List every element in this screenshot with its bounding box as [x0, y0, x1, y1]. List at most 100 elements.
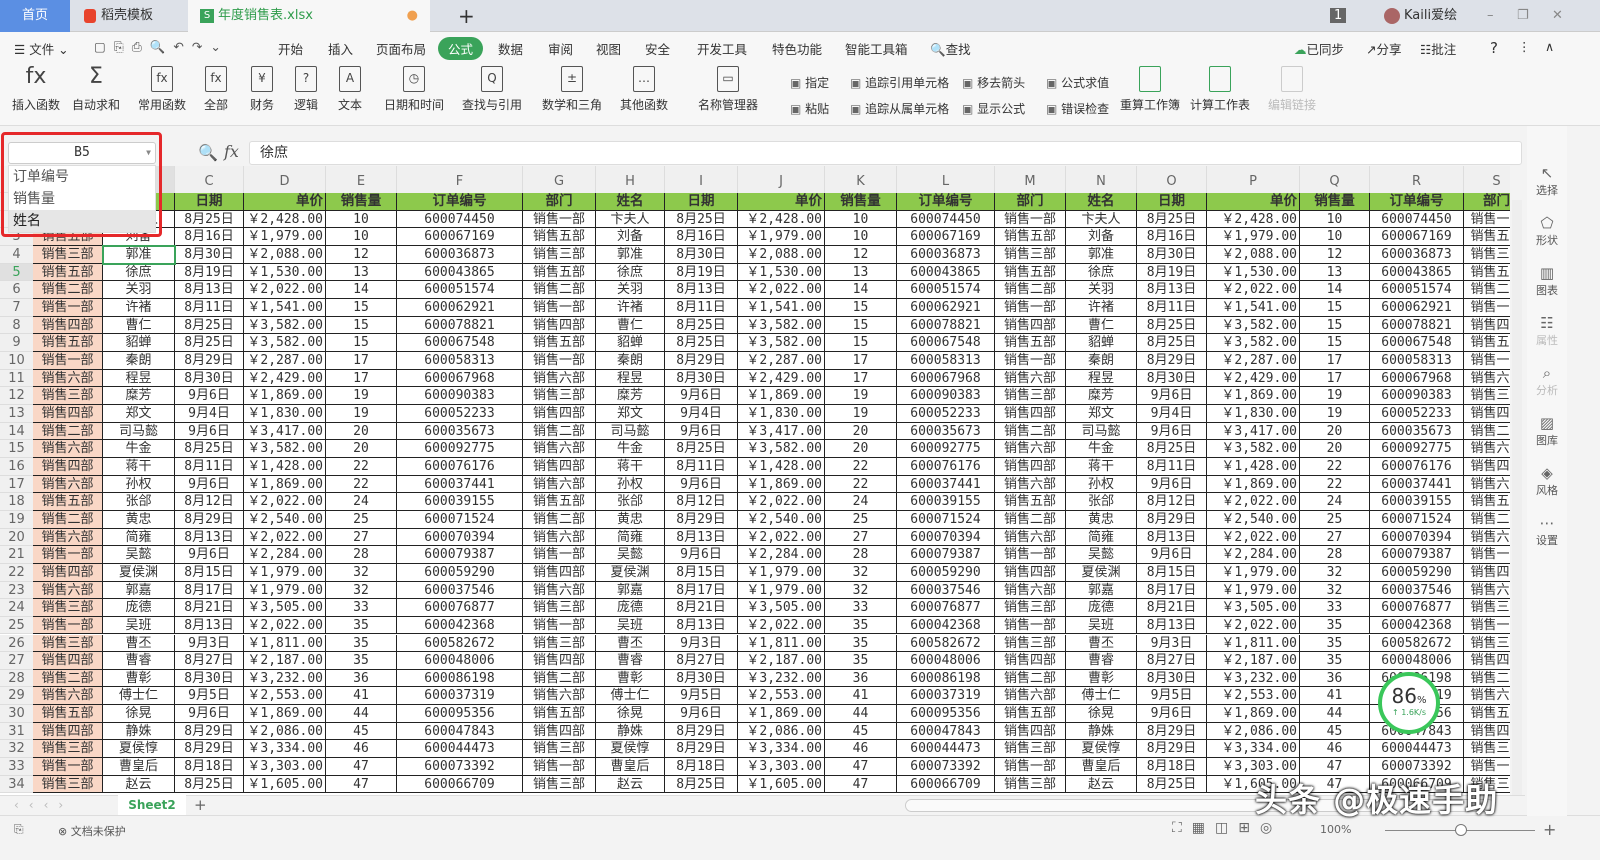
- table-cell[interactable]: 销售二部: [33, 422, 103, 441]
- table-cell[interactable]: 9月3日: [665, 634, 738, 653]
- table-cell[interactable]: ￥1,869.00: [1207, 705, 1300, 723]
- table-cell[interactable]: 销售三部: [1464, 599, 1510, 617]
- table-cell[interactable]: 600037546: [1370, 581, 1464, 600]
- table-cell[interactable]: ￥1,869.00: [738, 387, 825, 405]
- table-cell[interactable]: 10: [825, 210, 897, 229]
- table-cell[interactable]: 600051574: [897, 281, 995, 299]
- table-cell[interactable]: 蒋干: [596, 457, 665, 476]
- row-header[interactable]: 34: [0, 775, 33, 794]
- table-cell[interactable]: 600073392: [1370, 758, 1464, 776]
- table-cell[interactable]: ￥1,541.00: [738, 298, 825, 317]
- table-cell[interactable]: 销售三部: [33, 245, 103, 264]
- table-cell[interactable]: 徐晃: [1066, 705, 1137, 723]
- ribbon-button-2[interactable]: fx 常用函数: [138, 66, 186, 113]
- table-cell[interactable]: 600035673: [1370, 422, 1464, 441]
- table-cell[interactable]: 销售六部: [1464, 529, 1510, 547]
- table-cell[interactable]: ￥1,428.00: [244, 457, 326, 476]
- table-cell[interactable]: 600037441: [397, 475, 523, 494]
- row-header[interactable]: 6: [0, 281, 33, 299]
- column-header-L[interactable]: L: [897, 166, 995, 193]
- table-cell[interactable]: 8月21日: [175, 599, 244, 617]
- table-cell[interactable]: ￥2,429.00: [244, 369, 326, 388]
- table-cell[interactable]: 销售三部: [995, 740, 1066, 759]
- table-cell[interactable]: 销售二部: [523, 510, 596, 529]
- table-cell[interactable]: 销售六部: [995, 475, 1066, 494]
- table-cell[interactable]: 22: [1300, 457, 1370, 476]
- close-button[interactable]: ✕: [1540, 0, 1563, 32]
- table-cell[interactable]: 8月19日: [175, 263, 244, 282]
- column-header-F[interactable]: F: [397, 166, 523, 193]
- tab-home[interactable]: 首页: [0, 0, 70, 32]
- table-cell[interactable]: 9月5日: [1137, 687, 1207, 706]
- table-cell[interactable]: 夏侯惇: [1066, 740, 1137, 759]
- table-cell[interactable]: 吴懿: [103, 546, 175, 564]
- table-cell[interactable]: 27: [326, 528, 397, 547]
- row-header[interactable]: 9: [0, 334, 33, 352]
- table-cell[interactable]: 8月17日: [175, 581, 244, 600]
- table-cell[interactable]: 销售四部: [33, 457, 103, 476]
- table-cell[interactable]: 600062921: [1370, 298, 1464, 317]
- table-cell[interactable]: ￥2,553.00: [1207, 687, 1300, 706]
- table-cell[interactable]: 黄忠: [103, 510, 175, 529]
- row-header[interactable]: 14: [0, 422, 33, 441]
- table-cell[interactable]: 销售六部: [33, 687, 103, 706]
- table-cell[interactable]: ￥1,979.00: [1207, 581, 1300, 600]
- table-cell[interactable]: 销售三部: [523, 599, 596, 617]
- table-cell[interactable]: 600074450: [397, 210, 523, 229]
- table-cell[interactable]: 8月11日: [175, 457, 244, 476]
- table-cell[interactable]: 600058313: [397, 351, 523, 370]
- column-header-G[interactable]: G: [523, 166, 596, 193]
- share-button[interactable]: ↗分享: [1366, 39, 1402, 58]
- table-cell[interactable]: 8月25日: [1137, 334, 1207, 352]
- table-cell[interactable]: 600079387: [1370, 546, 1464, 564]
- table-cell[interactable]: 19: [326, 387, 397, 405]
- table-cell[interactable]: 27: [1300, 528, 1370, 547]
- table-cell[interactable]: 47: [326, 758, 397, 776]
- table-cell[interactable]: 9月6日: [175, 705, 244, 723]
- view-mode-icons[interactable]: ⛶▦◫⊞◎: [1172, 820, 1282, 836]
- table-cell[interactable]: 赵云: [103, 775, 175, 794]
- table-cell[interactable]: ￥1,530.00: [244, 263, 326, 282]
- table-cell[interactable]: ￥2,022.00: [1207, 616, 1300, 635]
- tab-file-active[interactable]: S 年度销售表.xlsx ●: [188, 0, 430, 32]
- table-cell[interactable]: 蒋干: [1066, 457, 1137, 476]
- table-cell[interactable]: 8月16日: [1137, 228, 1207, 246]
- table-cell[interactable]: 销售五部: [523, 334, 596, 352]
- table-cell[interactable]: 45: [1300, 722, 1370, 741]
- table-cell[interactable]: 33: [1300, 599, 1370, 617]
- column-header-Q[interactable]: Q: [1300, 166, 1370, 193]
- table-cell[interactable]: 牛金: [103, 440, 175, 458]
- table-cell[interactable]: 8月11日: [1137, 298, 1207, 317]
- table-cell[interactable]: 47: [825, 758, 897, 776]
- table-cell[interactable]: 8月30日: [1137, 369, 1207, 388]
- table-cell[interactable]: 8月29日: [665, 351, 738, 370]
- table-cell[interactable]: 关羽: [1066, 281, 1137, 299]
- table-cell[interactable]: 600047843: [397, 722, 523, 741]
- table-cell[interactable]: 销售五部: [1464, 493, 1510, 511]
- table-cell[interactable]: 司马懿: [596, 422, 665, 441]
- table-cell[interactable]: 14: [825, 281, 897, 299]
- table-cell[interactable]: 销售三部: [1464, 740, 1510, 759]
- table-cell[interactable]: 8月19日: [665, 263, 738, 282]
- table-cell[interactable]: 8月25日: [665, 316, 738, 335]
- table-cell[interactable]: 25: [326, 510, 397, 529]
- table-cell[interactable]: 600037319: [397, 687, 523, 706]
- table-cell[interactable]: ￥2,540.00: [738, 510, 825, 529]
- row-header[interactable]: 15: [0, 440, 33, 458]
- table-cell[interactable]: 销售四部: [33, 722, 103, 741]
- table-cell[interactable]: 销售三部: [995, 245, 1066, 264]
- table-cell[interactable]: 销售六部: [995, 528, 1066, 547]
- table-cell[interactable]: 9月6日: [665, 546, 738, 564]
- comment-button[interactable]: ☷批注: [1420, 39, 1456, 58]
- vertical-scrollbar[interactable]: [1512, 200, 1522, 795]
- table-cell[interactable]: 销售六部: [523, 528, 596, 547]
- table-cell[interactable]: 销售三部: [33, 775, 103, 794]
- table-cell[interactable]: ￥2,086.00: [738, 722, 825, 741]
- right-panel-3[interactable]: ☷ 属性: [1527, 314, 1567, 348]
- table-cell[interactable]: ￥1,811.00: [1207, 634, 1300, 653]
- table-cell[interactable]: 600048006: [397, 652, 523, 670]
- table-cell[interactable]: 傅士仁: [103, 687, 175, 706]
- table-cell[interactable]: 刘备: [596, 228, 665, 246]
- table-cell[interactable]: ￥3,417.00: [738, 422, 825, 441]
- table-cell[interactable]: 销售五部: [1464, 705, 1510, 723]
